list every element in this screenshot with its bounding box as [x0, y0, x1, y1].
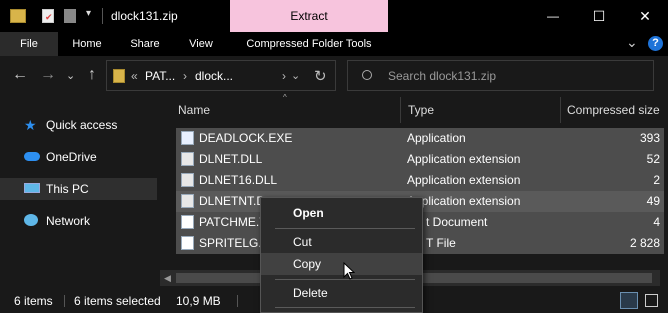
details-view-icon[interactable] [620, 292, 638, 309]
item-count: 6 items [14, 294, 53, 308]
large-icons-view-icon[interactable] [645, 294, 658, 307]
file-type: T File [426, 236, 456, 250]
selected-count: 6 items selected [74, 294, 161, 308]
file-name: DLNET.DLL [199, 152, 263, 166]
address-segment-path[interactable]: PAT... [145, 69, 175, 83]
sidebar-item-label: OneDrive [46, 150, 97, 164]
refresh-icon[interactable]: ↻ [314, 67, 327, 85]
sidebar-item-this-pc[interactable]: This PC [0, 178, 157, 200]
file-name: DEADLOCK.EXE [199, 131, 293, 145]
ribbon-collapse-icon[interactable]: ⌄ [626, 34, 638, 51]
column-divider[interactable] [400, 97, 401, 123]
title-bar: ✔ ▾ dlock131.zip Extract — ☐ ✕ [0, 0, 668, 32]
menu-item-copy[interactable]: Copy [261, 253, 422, 275]
help-icon[interactable]: ? [648, 36, 663, 51]
file-type: Application [407, 131, 466, 145]
tab-compressed-folder-tools[interactable]: Compressed Folder Tools [232, 32, 386, 56]
file-type: t Document [426, 215, 488, 229]
tab-file[interactable]: File [0, 32, 58, 56]
column-header-compressed-size[interactable]: Compressed size [567, 96, 660, 124]
cloud-icon [24, 152, 40, 161]
minimize-icon: — [547, 9, 559, 23]
application-file-icon [181, 131, 194, 145]
column-divider[interactable] [560, 97, 561, 123]
tab-view[interactable]: View [174, 32, 228, 56]
minimize-button[interactable]: — [530, 0, 576, 32]
file-size: 393 [639, 131, 660, 145]
file-type: Application extension [407, 173, 521, 187]
sidebar-item-label: Quick access [46, 118, 118, 132]
context-menu: Open Cut Copy Delete [260, 197, 423, 313]
file-size: 2 828 [629, 236, 660, 250]
sidebar-item-quick-access[interactable]: ★ Quick access [0, 114, 157, 136]
sidebar-item-network[interactable]: Network [0, 210, 157, 232]
navigation-pane: ★ Quick access OneDrive This PC Network [0, 96, 160, 286]
file-name: PATCHME.T [199, 215, 267, 229]
zip-folder-icon [113, 69, 125, 83]
network-icon [24, 214, 38, 226]
quick-access-dropdown-icon[interactable]: ▾ [86, 8, 91, 19]
maximize-icon: ☐ [592, 7, 606, 24]
generic-file-icon [181, 236, 194, 250]
menu-separator [275, 307, 415, 308]
computer-icon [24, 183, 40, 193]
window-title: dlock131.zip [111, 9, 178, 23]
mouse-cursor-icon [343, 262, 355, 280]
file-row[interactable]: DLNET.DLL Application extension 52 [176, 149, 664, 170]
search-input[interactable]: Search dlock131.zip [388, 69, 496, 83]
back-icon[interactable]: ← [12, 66, 28, 84]
sort-ascending-icon: ^ [283, 93, 287, 102]
ribbon-tabs: File Home Share View Compressed Folder T… [0, 32, 668, 56]
menu-item-delete[interactable]: Delete [261, 282, 422, 304]
close-button[interactable]: ✕ [622, 0, 668, 32]
folder-zip-icon[interactable] [10, 9, 26, 23]
sidebar-item-onedrive[interactable]: OneDrive [0, 146, 157, 168]
file-row[interactable]: DLNET16.DLL Application extension 2 [176, 170, 664, 191]
file-size: 49 [646, 194, 660, 208]
recent-locations-icon[interactable]: ⌄ [66, 69, 75, 82]
dll-file-icon [181, 194, 194, 208]
search-box[interactable]: Search dlock131.zip [347, 60, 654, 91]
file-type: Application extension [407, 152, 521, 166]
close-icon: ✕ [639, 7, 651, 24]
up-icon[interactable]: ↑ [88, 66, 96, 84]
selected-size: 10,9 MB [176, 294, 221, 308]
menu-item-open[interactable]: Open [261, 202, 422, 224]
properties-icon[interactable]: ✔ [42, 9, 54, 23]
address-overflow-chevron[interactable]: « [131, 69, 138, 83]
status-divider [64, 295, 65, 307]
file-size: 4 [653, 215, 660, 229]
status-divider [237, 295, 238, 307]
sidebar-item-label: This PC [46, 182, 89, 196]
address-separator: › [282, 69, 286, 83]
file-name: DLNET16.DLL [199, 173, 278, 187]
menu-separator [275, 228, 415, 229]
title-divider [102, 8, 103, 24]
file-name: DLNETNT.D [199, 194, 266, 208]
search-icon [362, 70, 372, 80]
sidebar-item-label: Network [46, 214, 91, 228]
file-type: Application extension [407, 194, 521, 208]
file-row[interactable]: DEADLOCK.EXE Application 393 [176, 128, 664, 149]
star-icon: ★ [24, 117, 37, 133]
forward-icon[interactable]: → [40, 66, 56, 84]
column-header-type[interactable]: Type [408, 96, 434, 124]
menu-item-cut[interactable]: Cut [261, 231, 422, 253]
scroll-left-icon[interactable]: ◀ [164, 273, 171, 284]
tab-share[interactable]: Share [116, 32, 174, 56]
address-bar[interactable]: « PAT... › dlock... › ⌄ ↻ [106, 60, 336, 91]
column-header-name[interactable]: Name [178, 96, 210, 124]
maximize-button[interactable]: ☐ [576, 0, 622, 32]
file-size: 2 [653, 173, 660, 187]
file-size: 52 [646, 152, 660, 166]
dll-file-icon [181, 173, 194, 187]
dll-file-icon [181, 152, 194, 166]
extract-contextual-tab[interactable]: Extract [230, 0, 388, 32]
address-dropdown-icon[interactable]: ⌄ [291, 69, 300, 82]
address-separator: › [183, 69, 187, 83]
tab-home[interactable]: Home [58, 32, 116, 56]
address-segment-dlock[interactable]: dlock... [195, 69, 233, 83]
text-file-icon [181, 215, 194, 229]
new-folder-icon[interactable] [64, 9, 76, 23]
